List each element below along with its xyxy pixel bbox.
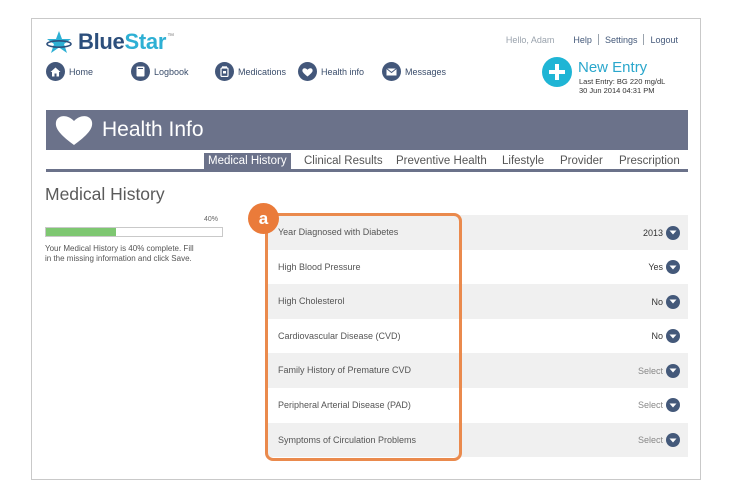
- last-entry-value: Last Entry: BG 220 mg/dL: [579, 77, 666, 86]
- progress-help-text: Your Medical History is 40% complete. Fi…: [45, 244, 194, 263]
- nav-item-messages[interactable]: Messages: [382, 62, 446, 81]
- list-item: High Cholesterol No: [268, 284, 688, 319]
- callout-badge: a: [248, 203, 279, 234]
- heart-icon: [298, 62, 317, 81]
- medical-history-list: Year Diagnosed with Diabetes 2013 High B…: [268, 215, 688, 458]
- family-history-cvd-dropdown[interactable]: Select: [638, 363, 680, 378]
- list-item: Cardiovascular Disease (CVD) No: [268, 319, 688, 354]
- row-label: High Cholesterol: [278, 296, 345, 307]
- progress-bar-fill: [46, 228, 117, 236]
- last-entry-info: Last Entry: BG 220 mg/dL 30 Jun 2014 04:…: [579, 77, 665, 95]
- nav-item-label: Home: [69, 66, 94, 77]
- row-value: 2013: [642, 227, 663, 238]
- tab-preventive-health[interactable]: Preventive Health: [396, 153, 487, 169]
- tab-clinical-results[interactable]: Clinical Results: [304, 153, 383, 169]
- tab-medical-history[interactable]: Medical History: [204, 153, 291, 169]
- list-item: Family History of Premature CVD Select: [268, 353, 688, 388]
- row-label: High Blood Pressure: [278, 261, 361, 272]
- logo-text-star: Star: [124, 29, 167, 54]
- row-value: No: [651, 331, 663, 342]
- row-value: Yes: [648, 262, 663, 273]
- logo-trademark: ™: [167, 33, 175, 40]
- logbook-icon: [131, 62, 150, 81]
- nav-item-logbook[interactable]: Logbook: [131, 62, 189, 81]
- nav-item-label: Logbook: [154, 66, 189, 77]
- divider: [643, 34, 645, 45]
- divider: [597, 34, 599, 45]
- heart-icon: [55, 116, 93, 145]
- row-label: Year Diagnosed with Diabetes: [278, 227, 399, 237]
- nav-item-home[interactable]: Home: [46, 62, 93, 81]
- nav-item-health-info[interactable]: Health info: [298, 62, 364, 81]
- section-title: Medical History: [45, 184, 165, 204]
- row-value: Select: [637, 365, 663, 376]
- greeting-text: Hello, Adam: [505, 34, 555, 45]
- nav-item-medications[interactable]: Medications: [215, 62, 286, 81]
- star-logo-icon: [46, 31, 72, 53]
- row-label: Symptoms of Circulation Problems: [278, 434, 417, 445]
- envelope-icon: [382, 62, 401, 81]
- medication-icon: [215, 62, 234, 81]
- list-item: Symptoms of Circulation Problems Select: [268, 422, 688, 458]
- circulation-problems-dropdown[interactable]: Select: [638, 433, 680, 448]
- progress-bar: [45, 227, 223, 237]
- high-blood-pressure-dropdown[interactable]: Yes: [648, 260, 680, 275]
- tab-lifestyle[interactable]: Lifestyle: [502, 153, 544, 169]
- chevron-down-icon: [666, 433, 680, 448]
- list-item: Year Diagnosed with Diabetes 2013: [268, 215, 688, 250]
- page-title: Health Info: [102, 118, 204, 141]
- list-item: Peripheral Arterial Disease (PAD) Select: [268, 388, 688, 423]
- high-cholesterol-dropdown[interactable]: No: [651, 294, 680, 309]
- settings-link[interactable]: Settings: [605, 35, 638, 45]
- chevron-down-icon: [666, 225, 680, 240]
- row-label: Peripheral Arterial Disease (PAD): [278, 399, 411, 410]
- nav-item-label: Messages: [405, 66, 447, 77]
- chevron-down-icon: [666, 363, 680, 378]
- help-link[interactable]: Help: [573, 35, 592, 45]
- new-entry-button[interactable]: New Entry Last Entry: BG 220 mg/dL 30 Ju…: [542, 55, 692, 111]
- tab-provider[interactable]: Provider: [560, 153, 603, 169]
- top-links: Hello, Adam Help Settings Logout: [506, 34, 678, 45]
- row-value: No: [651, 296, 663, 307]
- cvd-dropdown[interactable]: No: [651, 329, 680, 344]
- progress-percent: 40%: [204, 216, 219, 223]
- nav-item-label: Health info: [321, 66, 365, 77]
- logout-link[interactable]: Logout: [650, 35, 678, 45]
- row-label: Cardiovascular Disease (CVD): [278, 330, 401, 341]
- logo-text-blue: Blue: [78, 29, 125, 54]
- app-frame: Blue Star ™ Hello, Adam Help Settings Lo…: [31, 18, 701, 480]
- bluestar-logo[interactable]: Blue Star ™: [46, 29, 174, 55]
- health-info-banner: Health Info: [46, 110, 688, 150]
- chevron-down-icon: [666, 398, 680, 413]
- nav-item-label: Medications: [238, 66, 287, 77]
- chevron-down-icon: [666, 294, 680, 309]
- new-entry-title: New Entry: [578, 59, 648, 76]
- tab-prescription[interactable]: Prescription: [619, 153, 680, 169]
- last-entry-time: 30 Jun 2014 04:31 PM: [579, 86, 655, 95]
- row-value: Select: [637, 435, 663, 446]
- chevron-down-icon: [666, 329, 680, 344]
- home-icon: [46, 62, 65, 81]
- tab-bar: Medical History Clinical Results Prevent…: [46, 153, 688, 172]
- row-value: Select: [637, 400, 663, 411]
- row-label: Family History of Premature CVD: [278, 365, 412, 376]
- pad-dropdown[interactable]: Select: [638, 398, 680, 413]
- diabetes-year-dropdown[interactable]: 2013: [643, 225, 680, 240]
- plus-icon: [542, 57, 572, 87]
- list-item: High Blood Pressure Yes: [268, 250, 688, 285]
- chevron-down-icon: [666, 260, 680, 275]
